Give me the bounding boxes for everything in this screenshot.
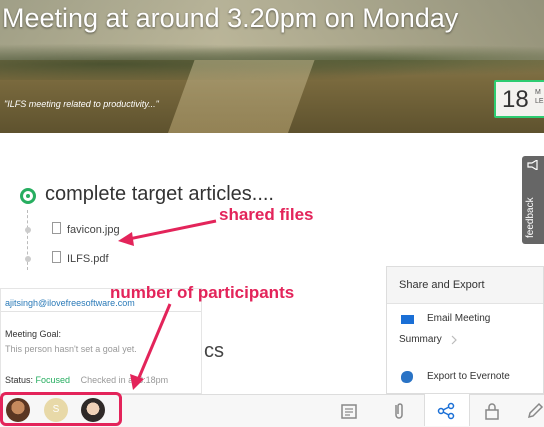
tree-node-dot — [25, 256, 31, 262]
participant-avatar[interactable]: S — [44, 398, 68, 422]
tree-node-dot — [25, 227, 31, 233]
attachment-icon[interactable] — [388, 402, 408, 420]
file-icon — [52, 222, 61, 234]
feedback-label: feedback — [525, 197, 536, 238]
email-meeting-link[interactable]: Email Meeting — [427, 313, 490, 324]
meeting-header: Meeting at around 3.20pm on Monday "ILFS… — [0, 0, 544, 133]
participant-status: Status: Focused Checked in at 3:18pm — [5, 375, 168, 385]
partial-heading: cs — [204, 340, 224, 362]
share-panel-header: Share and Export — [387, 267, 543, 304]
share-icon[interactable] — [436, 402, 456, 420]
summary-link[interactable]: Summary — [399, 334, 442, 345]
edit-icon[interactable] — [526, 402, 544, 420]
mail-icon — [401, 315, 414, 324]
file-link-ilfs[interactable]: ILFS.pdf — [67, 253, 109, 265]
agenda-icon[interactable] — [340, 402, 360, 420]
file-icon — [52, 251, 61, 263]
meeting-date-badge[interactable]: 18 M LE — [494, 80, 544, 118]
status-value: Focused — [35, 375, 71, 385]
date-month: M — [535, 89, 541, 96]
task-status-icon[interactable] — [20, 188, 36, 204]
status-label: Status: — [5, 375, 34, 385]
share-export-panel: Share and Export Email Meeting Summary E… — [386, 266, 544, 394]
task-title[interactable]: complete target articles.... — [45, 183, 274, 206]
annotation-participants: number of participants — [110, 283, 295, 302]
share-panel-title: Share and Export — [399, 279, 485, 291]
meeting-title[interactable]: Meeting at around 3.20pm on Monday — [2, 2, 462, 34]
checked-in-time: Checked in at 3:18pm — [80, 375, 169, 385]
participant-avatar[interactable] — [81, 398, 105, 422]
file-link-favicon[interactable]: favicon.jpg — [67, 224, 120, 236]
evernote-icon — [401, 371, 413, 383]
divider — [1, 311, 201, 312]
participant-popup: ajitsingh@ilovefreesoftware.com Meeting … — [0, 288, 202, 394]
chevron-right-icon — [451, 335, 457, 345]
date-day: 18 — [502, 86, 529, 113]
annotation-shared-files: shared files — [219, 205, 314, 224]
meeting-quote: "ILFS meeting related to productivity...… — [4, 99, 159, 109]
feedback-tab[interactable]: feedback — [522, 156, 544, 244]
export-evernote-link[interactable]: Export to Evernote — [427, 371, 510, 382]
date-sub: LE — [535, 98, 544, 105]
megaphone-icon — [527, 160, 538, 170]
participant-avatar[interactable] — [6, 398, 30, 422]
lock-icon[interactable] — [482, 402, 502, 420]
meeting-goal-text: This person hasn't set a goal yet. — [5, 344, 137, 354]
meeting-goal-label: Meeting Goal: — [5, 329, 62, 339]
